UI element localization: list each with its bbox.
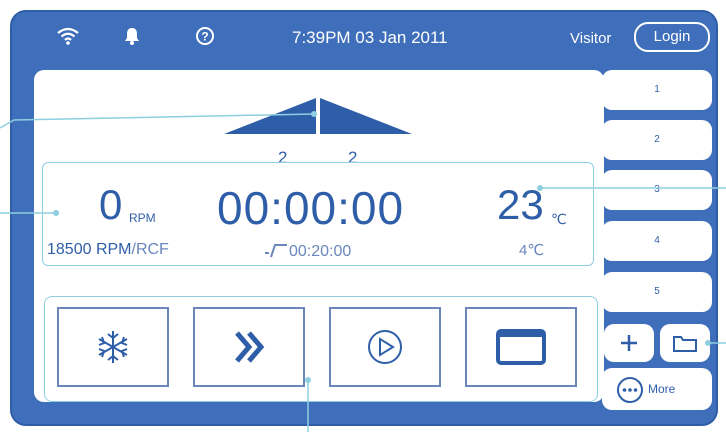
callout-folder-dot [705,340,711,346]
callout-temp-dot [537,185,543,191]
callout-controls-dot [305,377,311,383]
callout-ramp-dot [311,111,317,117]
callout-ramp-line [0,113,315,129]
callout-lines [0,111,726,432]
callout-readout-dot [53,210,59,216]
